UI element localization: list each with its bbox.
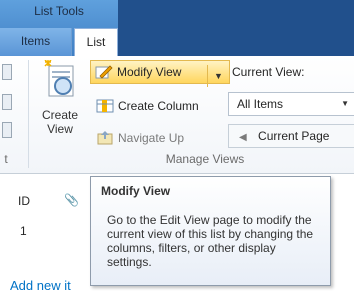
navigate-up-icon: [97, 131, 113, 145]
modify-view-dropdown[interactable]: ▼: [207, 65, 229, 87]
tooltip-title: Modify View: [101, 184, 171, 198]
tab-list[interactable]: List: [74, 28, 118, 56]
current-view-label: Current View:: [232, 65, 305, 79]
group-separator: [28, 60, 29, 168]
current-page-nav[interactable]: ◀ Current Page: [228, 124, 354, 148]
navigate-up-label: Navigate Up: [118, 131, 185, 145]
datasheet-icon[interactable]: [2, 94, 12, 110]
ribbon-tab-bar: List Tools Items List: [0, 0, 354, 56]
clipped-ribbon-group: [0, 60, 12, 146]
create-view-button[interactable]: Create View: [34, 60, 86, 144]
tooltip-body: Go to the Edit View page to modify the c…: [107, 213, 314, 269]
chevron-down-icon: ▼: [341, 99, 349, 108]
create-column-label: Create Column: [118, 99, 199, 113]
create-column-button[interactable]: Create Column: [96, 94, 226, 118]
chevron-down-icon: ▼: [214, 71, 223, 81]
create-view-icon: [44, 60, 74, 97]
list-tools-label: List Tools: [34, 4, 84, 18]
table-row-id: 1: [20, 224, 27, 238]
clipped-group-label: t: [4, 152, 8, 166]
create-view-label: Create View: [41, 108, 79, 136]
paperclip-icon[interactable]: 📎: [64, 193, 79, 207]
modify-view-button[interactable]: Modify View ▼: [90, 60, 230, 87]
navigate-up-button[interactable]: Navigate Up: [96, 126, 226, 150]
tab-items[interactable]: Items: [0, 28, 72, 56]
modify-view-label: Modify View: [117, 65, 182, 79]
ribbon-body: Create View Modify View ▼ Create Column …: [0, 56, 354, 174]
create-column-icon: [96, 99, 114, 113]
new-row-icon[interactable]: [2, 122, 12, 138]
manage-views-group-label: Manage Views: [165, 152, 245, 166]
chevron-left-icon[interactable]: ◀: [239, 132, 247, 143]
view-format-icon[interactable]: [2, 64, 12, 80]
current-view-value: All Items: [237, 97, 284, 111]
column-header-id[interactable]: ID: [18, 194, 30, 208]
current-page-label: Current Page: [258, 129, 330, 143]
current-view-select[interactable]: All Items ▼: [228, 92, 354, 116]
add-new-item-link[interactable]: Add new it: [10, 278, 71, 291]
modify-view-tooltip: Modify View Go to the Edit View page to …: [90, 176, 331, 286]
modify-view-icon: [95, 65, 113, 79]
